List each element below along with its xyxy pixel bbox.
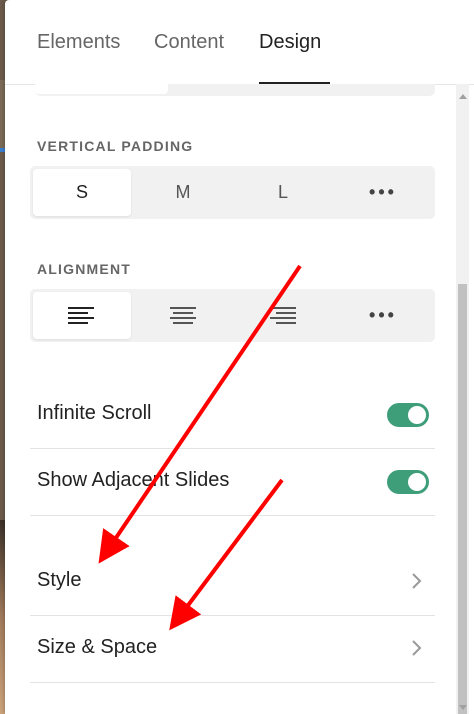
- infinite-scroll-toggle[interactable]: [387, 403, 429, 427]
- panel-scrollbar[interactable]: [456, 84, 469, 714]
- show-adjacent-slides-label: Show Adjacent Slides: [37, 469, 230, 491]
- align-right-button[interactable]: [234, 292, 332, 339]
- size-space-label: Size & Space: [37, 636, 158, 658]
- scrollbar-thumb[interactable]: [458, 284, 467, 714]
- previous-selected-segment[interactable]: [35, 84, 168, 94]
- vertical-padding-label: VERTICAL PADDING: [37, 138, 194, 154]
- scroll-up-icon[interactable]: [459, 94, 467, 99]
- align-center-icon: [170, 306, 196, 324]
- padding-option-l[interactable]: L: [234, 169, 332, 216]
- padding-option-m[interactable]: M: [134, 169, 232, 216]
- tab-design[interactable]: Design: [259, 31, 321, 54]
- chevron-right-icon: [412, 573, 422, 589]
- scroll-down-icon[interactable]: [459, 705, 467, 710]
- more-icon: •••: [369, 182, 397, 202]
- align-left-button[interactable]: [33, 292, 131, 339]
- alignment-label: ALIGNMENT: [37, 261, 132, 277]
- toggle-knob: [408, 473, 426, 491]
- style-row[interactable]: Style: [30, 549, 435, 616]
- align-left-icon: [68, 306, 94, 324]
- padding-option-s[interactable]: S: [33, 169, 131, 216]
- vertical-padding-control: S M L •••: [30, 166, 435, 219]
- alignment-control: •••: [30, 289, 435, 342]
- align-center-button[interactable]: [134, 292, 232, 339]
- alignment-more-button[interactable]: •••: [334, 292, 432, 339]
- more-icon: •••: [369, 305, 397, 325]
- tab-content[interactable]: Content: [154, 31, 224, 54]
- show-adjacent-slides-toggle[interactable]: [387, 470, 429, 494]
- padding-more-button[interactable]: •••: [334, 169, 432, 216]
- previous-segmented-control: [35, 84, 435, 96]
- size-space-row[interactable]: Size & Space: [30, 616, 435, 683]
- style-label: Style: [37, 569, 82, 591]
- infinite-scroll-row: Infinite Scroll: [30, 382, 435, 449]
- design-panel: Elements Content Design VERTICAL PADDING…: [5, 0, 474, 714]
- infinite-scroll-label: Infinite Scroll: [37, 402, 152, 424]
- tab-bar: Elements Content Design: [5, 0, 474, 85]
- show-adjacent-slides-row: Show Adjacent Slides: [30, 449, 435, 516]
- tab-elements[interactable]: Elements: [37, 31, 120, 54]
- toggle-knob: [408, 406, 426, 424]
- chevron-right-icon: [412, 640, 422, 656]
- align-right-icon: [270, 306, 296, 324]
